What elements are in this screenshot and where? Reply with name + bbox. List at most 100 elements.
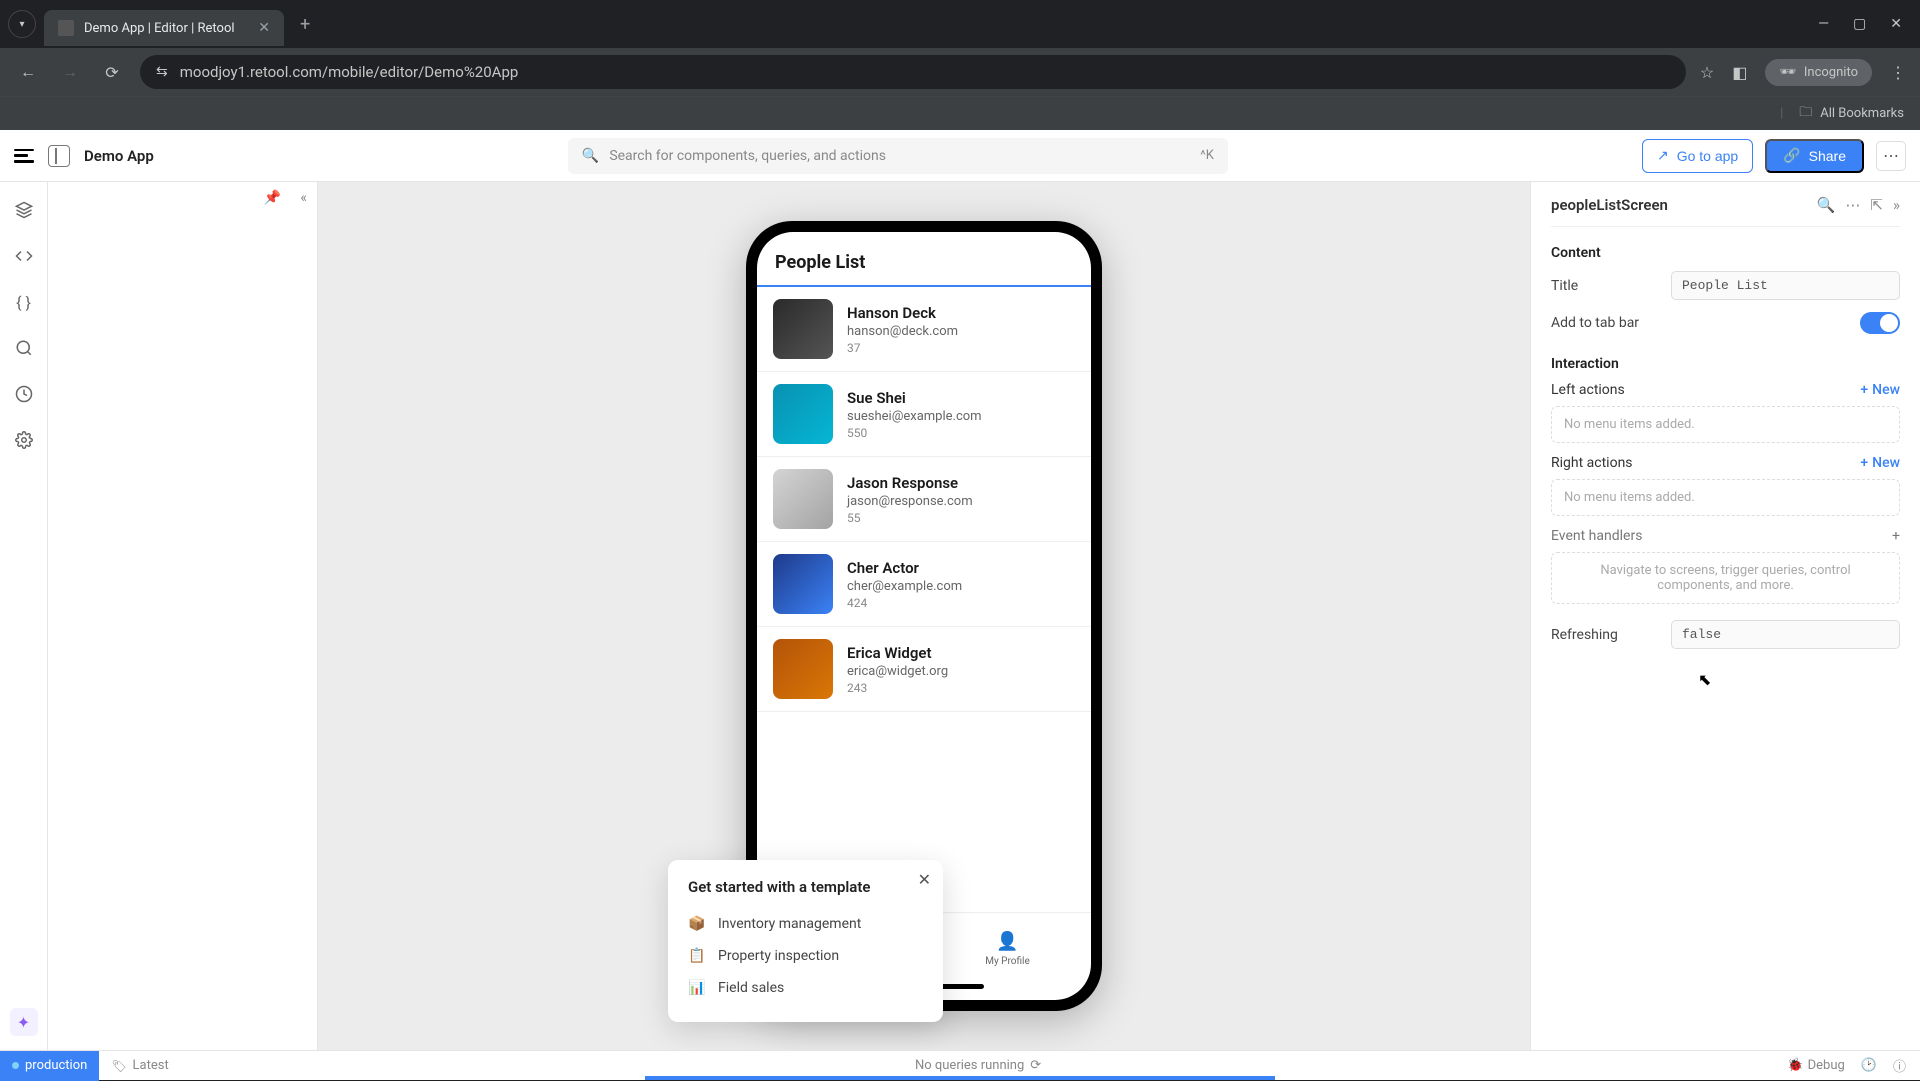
- search-rail-icon[interactable]: [12, 336, 36, 360]
- incognito-badge: 🕶 Incognito: [1765, 59, 1872, 86]
- refreshing-label: Refreshing: [1551, 627, 1671, 643]
- settings-icon[interactable]: [12, 428, 36, 452]
- person-name: Jason Response: [847, 474, 973, 492]
- more-menu-icon[interactable]: ⋯: [1876, 141, 1906, 171]
- close-window-icon[interactable]: ✕: [1890, 16, 1902, 32]
- all-bookmarks-link[interactable]: All Bookmarks: [1820, 106, 1904, 121]
- url-text: moodjoy1.retool.com/mobile/editor/Demo%2…: [180, 63, 519, 81]
- more-insp-icon[interactable]: ⋯: [1845, 196, 1860, 214]
- unpin-insp-icon[interactable]: ⇱: [1870, 196, 1883, 214]
- reload-icon[interactable]: ⟳: [98, 63, 126, 82]
- person-email: jason@response.com: [847, 494, 973, 509]
- address-bar: ← → ⟳ ⇆ moodjoy1.retool.com/mobile/edito…: [0, 48, 1920, 96]
- title-field-input[interactable]: [1671, 271, 1900, 300]
- code-icon[interactable]: [12, 244, 36, 268]
- title-field-label: Title: [1551, 278, 1671, 294]
- collapse-icon[interactable]: «: [300, 190, 307, 206]
- browser-tab[interactable]: Demo App | Editor | Retool ✕: [44, 10, 284, 46]
- template-popup: ✕ Get started with a template 📦 Inventor…: [668, 860, 943, 1022]
- search-insp-icon[interactable]: 🔍: [1817, 196, 1836, 214]
- event-handlers-help: Navigate to screens, trigger queries, co…: [1551, 552, 1900, 604]
- search-placeholder: Search for components, queries, and acti…: [609, 148, 886, 164]
- browser-menu-icon[interactable]: ⋮: [1890, 63, 1906, 82]
- tag-icon: 🏷: [111, 1059, 126, 1073]
- list-item[interactable]: Jason Response jason@response.com 55: [757, 457, 1091, 542]
- refresh-icon[interactable]: ⟳: [1030, 1058, 1041, 1073]
- maximize-icon[interactable]: ▢: [1853, 16, 1866, 32]
- list-item[interactable]: Erica Widget erica@widget.org 243: [757, 627, 1091, 712]
- favicon-icon: [58, 20, 74, 36]
- environment-badge[interactable]: production: [0, 1051, 99, 1081]
- site-info-icon[interactable]: ⇆: [156, 64, 168, 80]
- incognito-label: Incognito: [1804, 65, 1858, 80]
- layers-icon[interactable]: [12, 198, 36, 222]
- add-event-handler-button[interactable]: +: [1892, 528, 1900, 544]
- side-panel-icon[interactable]: ◧: [1732, 63, 1747, 82]
- bookmark-star-icon[interactable]: ☆: [1700, 63, 1714, 82]
- braces-icon[interactable]: { }: [12, 290, 36, 314]
- info-icon[interactable]: ⓘ: [1893, 1056, 1906, 1075]
- refreshing-input[interactable]: [1671, 620, 1900, 649]
- clock-icon[interactable]: 🕑: [1861, 1058, 1877, 1073]
- history-icon[interactable]: [12, 382, 36, 406]
- template-item-field-sales[interactable]: 📊 Field sales: [688, 972, 923, 1004]
- avatar: [773, 384, 833, 444]
- canvas[interactable]: People List Hanson Deckhanson@deck.com37…: [318, 182, 1530, 1050]
- person-number: 243: [847, 681, 948, 695]
- right-actions-new-button[interactable]: + New: [1860, 455, 1900, 471]
- environment-label: production: [25, 1058, 87, 1073]
- bookmarks-bar: | 🗀 All Bookmarks: [0, 96, 1920, 130]
- tab-title: Demo App | Editor | Retool: [84, 21, 235, 36]
- retool-logo-icon[interactable]: [14, 149, 34, 163]
- status-bar: production 🏷 Latest No queries running ⟳…: [0, 1050, 1920, 1080]
- debug-button[interactable]: 🐞 Debug: [1787, 1058, 1844, 1073]
- tab-search-icon[interactable]: ▾: [8, 10, 36, 38]
- list-item[interactable]: Hanson Deckhanson@deck.com37: [757, 287, 1091, 372]
- list-item[interactable]: Sue Sheisueshei@example.com550: [757, 372, 1091, 457]
- forward-icon[interactable]: →: [56, 62, 84, 82]
- avatar: [773, 469, 833, 529]
- search-icon: 🔍: [582, 148, 599, 164]
- share-label: Share: [1809, 148, 1846, 164]
- content-section-label: Content: [1551, 245, 1900, 261]
- browser-tab-strip: ▾ Demo App | Editor | Retool ✕ + — ▢ ✕: [0, 0, 1920, 48]
- ai-sparkle-icon[interactable]: ✦: [10, 1008, 38, 1036]
- panel-toggle-icon[interactable]: [48, 145, 70, 167]
- tabbar-toggle[interactable]: [1860, 312, 1900, 334]
- url-input[interactable]: ⇆ moodjoy1.retool.com/mobile/editor/Demo…: [140, 55, 1686, 89]
- template-heading: Get started with a template: [688, 878, 923, 896]
- template-item-inventory[interactable]: 📦 Inventory management: [688, 908, 923, 940]
- list-item[interactable]: Cher Actorcher@example.com424: [757, 542, 1091, 627]
- screen-title: People List: [757, 232, 1091, 287]
- plus-icon: +: [1860, 382, 1868, 398]
- minimize-icon[interactable]: —: [1818, 16, 1829, 32]
- incognito-icon: 🕶: [1779, 65, 1796, 80]
- back-icon[interactable]: ←: [14, 62, 42, 82]
- person-icon: 👤: [996, 931, 1018, 952]
- person-email: erica@widget.org: [847, 664, 948, 679]
- app-title: Demo App: [84, 147, 154, 165]
- query-status: No queries running ⟳: [915, 1058, 1041, 1073]
- template-item-label: Property inspection: [718, 948, 839, 964]
- global-search-input[interactable]: 🔍 Search for components, queries, and ac…: [568, 138, 1228, 174]
- share-button[interactable]: 🔗 Share: [1765, 139, 1864, 173]
- avatar: [773, 299, 833, 359]
- external-link-icon: ↗: [1657, 147, 1669, 164]
- go-to-app-button[interactable]: ↗ Go to app: [1642, 139, 1753, 173]
- person-email: cher@example.com: [847, 579, 962, 594]
- close-tab-icon[interactable]: ✕: [258, 20, 270, 36]
- new-tab-button[interactable]: +: [292, 10, 318, 39]
- expand-insp-icon[interactable]: »: [1893, 196, 1900, 214]
- person-name: Erica Widget: [847, 644, 948, 662]
- people-list: Hanson Deckhanson@deck.com37Sue Sheisues…: [757, 287, 1091, 912]
- tab-my-profile[interactable]: 👤 My Profile: [924, 913, 1091, 984]
- pin-icon[interactable]: 📌: [264, 190, 281, 206]
- version-label: Latest: [133, 1058, 169, 1073]
- tabbar-label: Add to tab bar: [1551, 315, 1639, 331]
- template-item-label: Field sales: [718, 980, 784, 996]
- close-icon[interactable]: ✕: [918, 870, 931, 889]
- person-number: 55: [847, 511, 973, 525]
- left-actions-new-button[interactable]: + New: [1860, 382, 1900, 398]
- version-selector[interactable]: 🏷 Latest: [111, 1058, 168, 1073]
- template-item-property[interactable]: 📋 Property inspection: [688, 940, 923, 972]
